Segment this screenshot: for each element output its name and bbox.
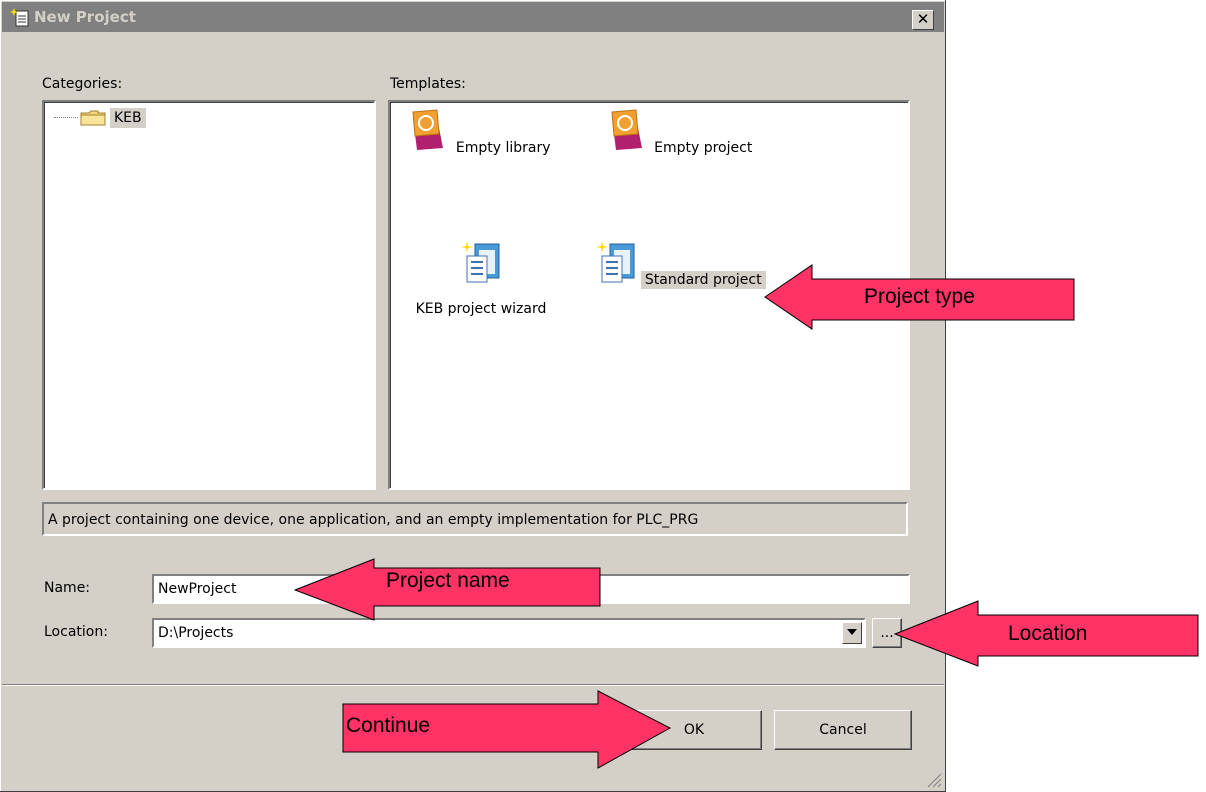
folder-icon	[80, 110, 106, 126]
template-empty-project[interactable]: Empty project	[596, 108, 766, 157]
new-project-dialog: New Project ✕ Categories: KEB Templates:…	[0, 0, 946, 792]
templates-label: Templates:	[390, 76, 466, 92]
location-dropdown-button[interactable]	[842, 622, 862, 644]
separator	[2, 684, 944, 686]
location-select[interactable]: D:\Projects	[152, 618, 866, 648]
window-title: New Project	[34, 8, 136, 26]
template-standard-project[interactable]: Standard project	[596, 240, 766, 289]
template-label: Standard project	[640, 271, 766, 289]
tree-item-label: KEB	[110, 108, 146, 128]
template-label: Empty project	[654, 140, 753, 156]
project-type-label: Project type	[864, 285, 975, 308]
project-name-label: Project name	[386, 569, 510, 592]
continue-label: Continue	[346, 714, 431, 737]
project-icon	[611, 109, 642, 150]
categories-tree[interactable]: KEB	[42, 100, 376, 490]
categories-label: Categories:	[42, 76, 123, 92]
location-label: Location:	[44, 624, 108, 640]
location-value: D:\Projects	[158, 625, 234, 641]
tree-connector	[54, 117, 78, 118]
resize-grip-icon[interactable]	[924, 770, 942, 788]
standard-project-icon	[596, 241, 635, 283]
cancel-button[interactable]: Cancel	[774, 710, 912, 750]
close-icon: ✕	[916, 10, 930, 28]
wizard-icon	[461, 241, 500, 283]
chevron-down-icon	[847, 629, 857, 635]
new-project-icon	[10, 8, 29, 27]
library-icon	[412, 109, 444, 150]
title-bar[interactable]: New Project ✕	[2, 2, 944, 32]
location-annotation-label: Location	[1008, 622, 1088, 645]
template-label: Empty library	[455, 140, 551, 156]
close-button[interactable]: ✕	[912, 10, 934, 30]
template-keb-project-wizard[interactable]: KEB project wizard	[396, 240, 566, 318]
template-label: KEB project wizard	[415, 301, 547, 317]
name-label: Name:	[44, 580, 91, 596]
template-empty-library[interactable]: Empty library	[396, 108, 566, 157]
template-description: A project containing one device, one app…	[42, 502, 908, 536]
